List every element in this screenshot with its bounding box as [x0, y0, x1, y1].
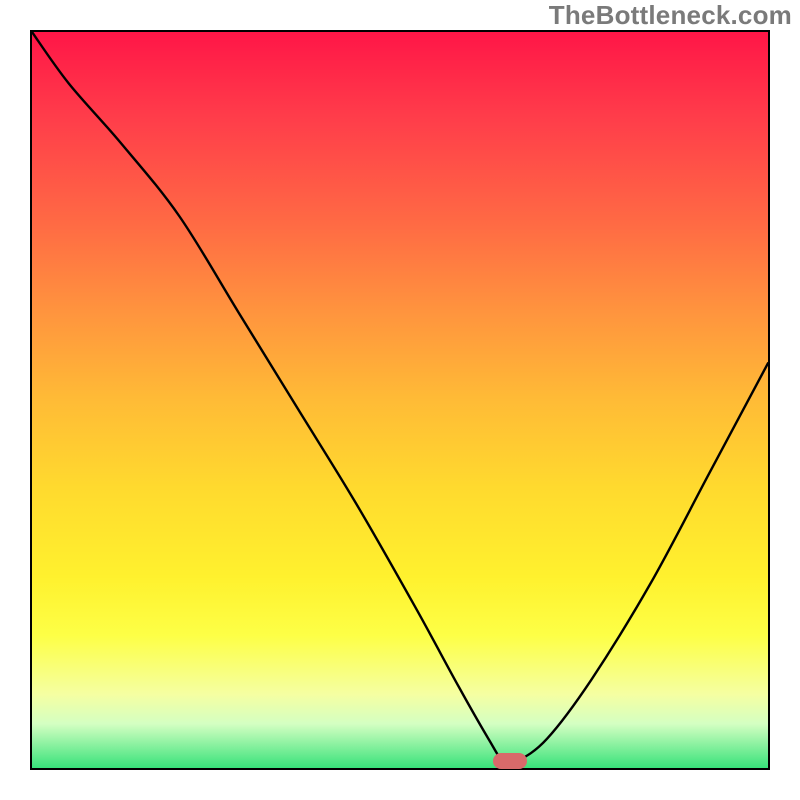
plot-area [30, 30, 770, 770]
watermark-text: TheBottleneck.com [549, 0, 792, 31]
chart-frame: TheBottleneck.com [0, 0, 800, 800]
bottleneck-curve [32, 32, 768, 768]
optimal-marker [493, 753, 527, 769]
curve-path [32, 32, 768, 763]
